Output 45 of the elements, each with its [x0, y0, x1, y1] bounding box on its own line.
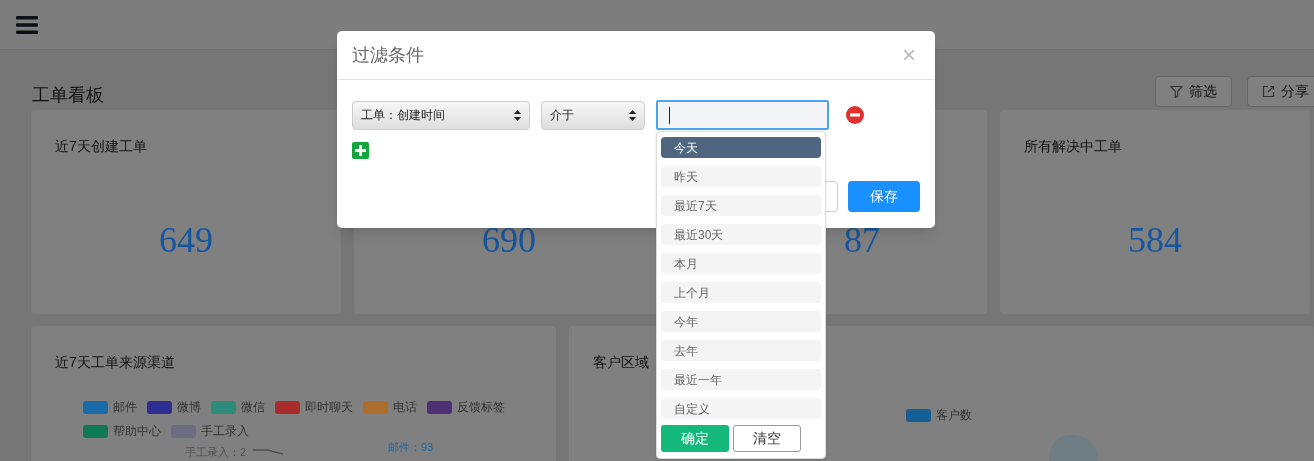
- date-option[interactable]: 上个月: [661, 282, 821, 303]
- share-icon: [1262, 84, 1275, 98]
- legend-label: 邮件: [113, 399, 137, 416]
- chart-title: 近7天工单来源渠道: [55, 354, 175, 370]
- card-title: 近7天创建工单: [55, 138, 147, 154]
- chart-label: 邮件：93: [388, 440, 434, 454]
- card-title: 所有解决中工单: [1024, 138, 1122, 154]
- date-option[interactable]: 昨天: [661, 166, 821, 187]
- date-option[interactable]: 自定义: [661, 398, 821, 419]
- remove-icon[interactable]: [846, 106, 864, 124]
- date-option[interactable]: 最近7天: [661, 195, 821, 216]
- leader-line: [253, 449, 283, 455]
- legend-label: 微信: [241, 399, 265, 416]
- stat-value: 690: [482, 222, 536, 258]
- filter-icon: [1170, 84, 1183, 98]
- filter-button[interactable]: 筛选: [1155, 75, 1232, 107]
- save-button[interactable]: 保存: [848, 181, 920, 212]
- legend-label: 手工录入: [201, 423, 249, 440]
- clear-button[interactable]: 清空: [733, 425, 801, 452]
- add-icon[interactable]: [352, 142, 369, 159]
- legend-label: 电话: [393, 399, 417, 416]
- stat-value: 584: [1128, 222, 1182, 258]
- legend-label: 反馈标签: [457, 399, 505, 416]
- legend-label: 客户数: [936, 407, 972, 424]
- field-select[interactable]: 工单：创建时间: [352, 100, 530, 130]
- share-button[interactable]: 分享: [1247, 75, 1314, 107]
- page-title: 工单看板: [32, 83, 104, 107]
- stat-value: 649: [159, 222, 213, 258]
- dialog-title: 过滤条件: [352, 43, 424, 67]
- date-input[interactable]: [656, 100, 829, 130]
- chart-title: 客户区域: [593, 354, 649, 370]
- date-option[interactable]: 今天: [661, 137, 821, 158]
- legend-label: 帮助中心: [113, 423, 161, 440]
- legend-label: 微博: [177, 399, 201, 416]
- select-arrows-icon: [629, 109, 636, 121]
- menu-icon[interactable]: [16, 15, 38, 34]
- date-option[interactable]: 去年: [661, 340, 821, 361]
- date-option[interactable]: 最近一年: [661, 369, 821, 390]
- legend-label: 即时聊天: [305, 399, 353, 416]
- stat-value: 87: [844, 222, 880, 258]
- date-option[interactable]: 今年: [661, 311, 821, 332]
- operator-select[interactable]: 介于: [541, 100, 645, 130]
- date-option[interactable]: 本月: [661, 253, 821, 274]
- select-arrows-icon: [514, 109, 521, 121]
- date-option[interactable]: 最近30天: [661, 224, 821, 245]
